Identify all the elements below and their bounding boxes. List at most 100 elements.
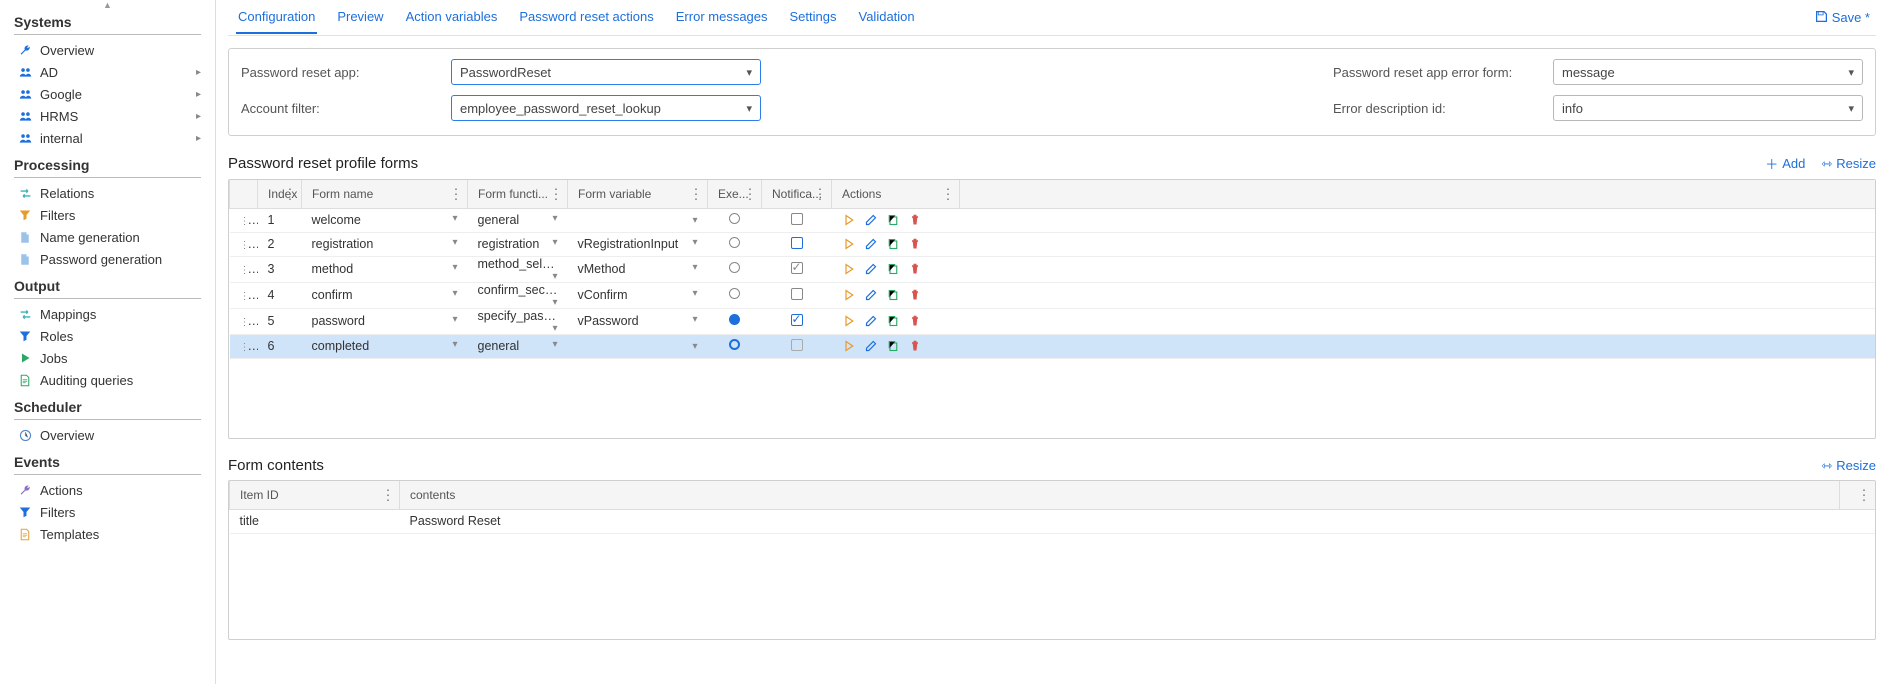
chevron-down-icon[interactable]: ▾ [552, 339, 557, 350]
radio-empty-icon[interactable] [729, 237, 740, 248]
sidebar-item[interactable]: Jobs [14, 347, 201, 369]
checkbox[interactable] [791, 339, 803, 351]
drag-handle-icon[interactable]: ⋮⋮⋮ [240, 288, 258, 302]
cell-form-function[interactable]: specify_password▾ [468, 308, 568, 334]
delete-icon[interactable] [908, 213, 922, 227]
cell-form-name[interactable]: password▾ [302, 308, 468, 334]
cell-form-variable[interactable]: vConfirm▾ [568, 282, 708, 308]
radio-filled-icon[interactable] [729, 314, 740, 325]
chevron-down-icon[interactable]: ▾ [452, 262, 457, 273]
sidebar-item[interactable]: Actions [14, 479, 201, 501]
column-menu-icon[interactable]: ⋮ [689, 185, 703, 202]
chevron-down-icon[interactable]: ▾ [552, 213, 557, 224]
cell-form-function[interactable]: method_select▾ [468, 256, 568, 282]
sidebar-item[interactable]: Templates [14, 523, 201, 545]
chevron-down-icon[interactable]: ▾ [452, 237, 457, 248]
edit-icon[interactable] [864, 314, 878, 328]
run-icon[interactable] [842, 339, 856, 353]
sidebar-item[interactable]: Filters [14, 501, 201, 523]
cell-form-variable[interactable]: vMethod▾ [568, 256, 708, 282]
sidebar-item[interactable]: Filters [14, 204, 201, 226]
copy-icon[interactable] [886, 288, 900, 302]
chevron-down-icon[interactable]: ▾ [692, 237, 697, 248]
chevron-down-icon[interactable]: ▾ [452, 288, 457, 299]
chevron-down-icon[interactable]: ▾ [452, 339, 457, 350]
resize-button[interactable]: ⇿ Resize [1821, 458, 1876, 474]
chevron-down-icon[interactable]: ▾ [692, 288, 697, 299]
cell-form-variable[interactable]: ▾ [568, 334, 708, 358]
table-row[interactable]: ⋮⋮⋮4confirm▾confirm_secret▾vConfirm▾ [230, 282, 1876, 308]
edit-icon[interactable] [864, 262, 878, 276]
copy-icon[interactable] [886, 339, 900, 353]
radio-empty-icon[interactable] [729, 262, 740, 273]
save-button[interactable]: Save * [1815, 10, 1876, 26]
column-menu-icon[interactable]: ⋮ [381, 486, 395, 503]
checkbox[interactable] [791, 237, 803, 249]
sidebar-item[interactable]: Roles [14, 325, 201, 347]
select-error-form[interactable]: message ▾ [1553, 59, 1863, 85]
col-form-name[interactable]: Form name⋮ [302, 180, 468, 208]
delete-icon[interactable] [908, 288, 922, 302]
select-error-id[interactable]: info ▾ [1553, 95, 1863, 121]
chevron-down-icon[interactable]: ▾ [452, 314, 457, 325]
table-row[interactable]: ⋮⋮⋮2registration▾registration▾vRegistrat… [230, 232, 1876, 256]
cell-form-function[interactable]: confirm_secret▾ [468, 282, 568, 308]
chevron-down-icon[interactable]: ▾ [692, 314, 697, 325]
chevron-down-icon[interactable]: ▾ [692, 262, 697, 273]
table-row[interactable]: ⋮⋮⋮6completed▾general▾▾ [230, 334, 1876, 358]
column-menu-icon[interactable]: ⋮ [283, 185, 297, 202]
sidebar-item[interactable]: Google▸ [14, 83, 201, 105]
cell-form-name[interactable]: registration▾ [302, 232, 468, 256]
chevron-down-icon[interactable]: ▾ [552, 297, 557, 308]
table-row[interactable]: ⋮⋮⋮1welcome▾general▾▾ [230, 208, 1876, 232]
tab[interactable]: Preview [335, 1, 385, 34]
drag-handle-icon[interactable]: ⋮⋮⋮ [240, 213, 258, 227]
run-icon[interactable] [842, 237, 856, 251]
run-icon[interactable] [842, 213, 856, 227]
sidebar-item[interactable]: Overview [14, 39, 201, 61]
tab[interactable]: Password reset actions [517, 1, 655, 34]
col-index[interactable]: Index⋮ [258, 180, 302, 208]
delete-icon[interactable] [908, 237, 922, 251]
chevron-down-icon[interactable]: ▾ [552, 237, 557, 248]
table-row[interactable]: titlePassword Reset [230, 509, 1876, 533]
column-menu-icon[interactable]: ⋮ [743, 185, 757, 202]
col-form-variable[interactable]: Form variable⋮ [568, 180, 708, 208]
col-contents[interactable]: contents [400, 481, 1840, 509]
edit-icon[interactable] [864, 288, 878, 302]
cell-form-variable[interactable]: vPassword▾ [568, 308, 708, 334]
sidebar-item[interactable]: Name generation [14, 226, 201, 248]
radio-empty-icon[interactable] [729, 213, 740, 224]
drag-handle-icon[interactable]: ⋮⋮⋮ [240, 314, 258, 328]
cell-form-name[interactable]: welcome▾ [302, 208, 468, 232]
delete-icon[interactable] [908, 262, 922, 276]
sidebar-item[interactable]: Auditing queries [14, 369, 201, 391]
select-password-reset-app[interactable]: PasswordReset ▾ [451, 59, 761, 85]
col-notif[interactable]: Notifica...⋮ [762, 180, 832, 208]
tab[interactable]: Configuration [236, 1, 317, 34]
col-end[interactable]: ⋮ [1839, 481, 1875, 509]
column-menu-icon[interactable]: ⋮ [549, 185, 563, 202]
cell-form-variable[interactable]: ▾ [568, 208, 708, 232]
cell-form-function[interactable]: registration▾ [468, 232, 568, 256]
copy-icon[interactable] [886, 213, 900, 227]
column-menu-icon[interactable]: ⋮ [813, 185, 827, 202]
radio-empty-icon[interactable] [729, 288, 740, 299]
sidebar-item[interactable]: internal▸ [14, 127, 201, 149]
chevron-down-icon[interactable]: ▾ [552, 323, 557, 334]
copy-icon[interactable] [886, 262, 900, 276]
delete-icon[interactable] [908, 314, 922, 328]
radio-ring-icon[interactable] [729, 339, 740, 350]
column-menu-icon[interactable]: ⋮ [1857, 486, 1871, 503]
tab[interactable]: Settings [788, 1, 839, 34]
table-row[interactable]: ⋮⋮⋮5password▾specify_password▾vPassword▾ [230, 308, 1876, 334]
copy-icon[interactable] [886, 237, 900, 251]
cell-form-name[interactable]: confirm▾ [302, 282, 468, 308]
tab[interactable]: Action variables [404, 1, 500, 34]
col-item-id[interactable]: Item ID⋮ [230, 481, 400, 509]
checkbox-checked[interactable] [791, 314, 803, 326]
resize-button[interactable]: ⇿ Resize [1821, 154, 1876, 173]
sidebar-item[interactable]: Password generation [14, 248, 201, 270]
table-row[interactable]: ⋮⋮⋮3method▾method_select▾vMethod▾ [230, 256, 1876, 282]
col-form-function[interactable]: Form functi...⋮ [468, 180, 568, 208]
